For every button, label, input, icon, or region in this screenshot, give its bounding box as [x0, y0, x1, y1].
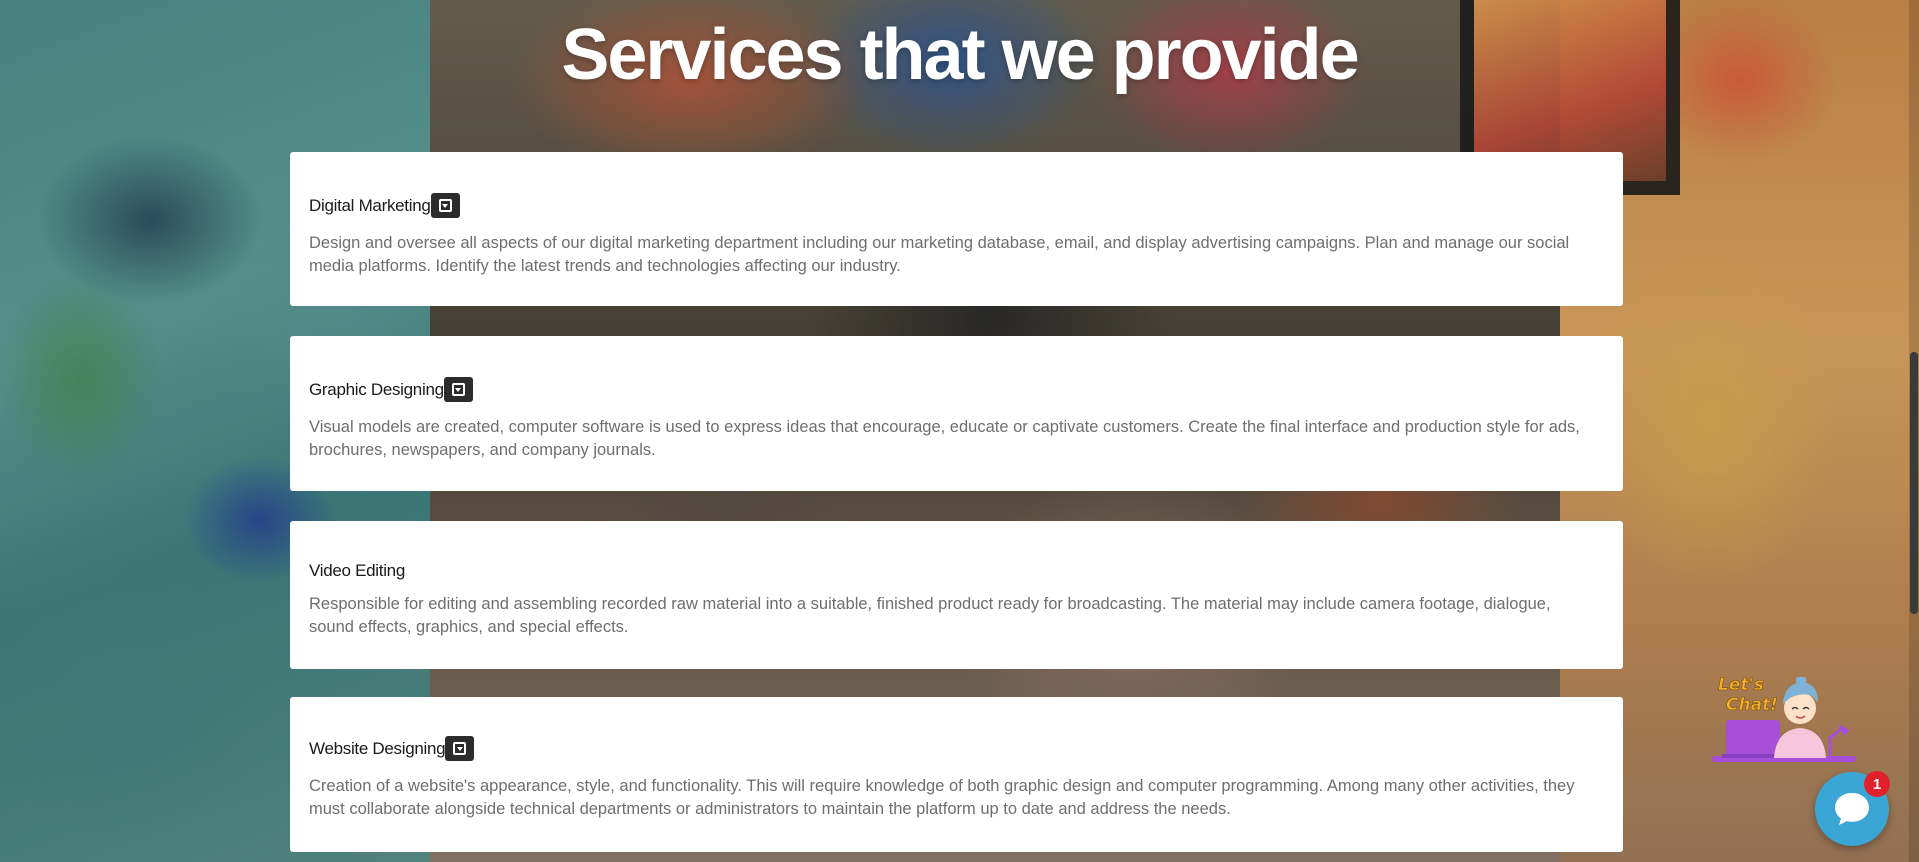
- lets-chat-illustration: Let's Chat!: [1712, 675, 1856, 762]
- service-card-video-editing: Video Editing Responsible for editing an…: [290, 521, 1623, 669]
- service-title: Digital Marketing: [309, 195, 431, 215]
- service-title-row: Video Editing: [309, 561, 405, 581]
- page-title: Services that we provide: [561, 15, 1359, 95]
- service-card-graphic-designing: Graphic Designing Visual models are crea…: [290, 336, 1623, 491]
- scrollbar-thumb[interactable]: [1910, 352, 1918, 614]
- service-description: Responsible for editing and assembling r…: [309, 595, 1551, 636]
- lets-chat-text-line2: Chat!: [1726, 695, 1778, 715]
- service-description: Design and oversee all aspects of our di…: [309, 234, 1570, 275]
- service-title: Graphic Designing: [309, 379, 444, 399]
- chevron-down-icon: [438, 199, 452, 212]
- service-title: Website Designing: [309, 738, 446, 758]
- expand-toggle-button[interactable]: [443, 377, 473, 402]
- chevron-down-icon: [453, 742, 467, 755]
- unread-count-badge: 1: [1864, 771, 1890, 797]
- service-title: Video Editing: [309, 561, 405, 580]
- service-title-row: Graphic Designing: [309, 377, 473, 402]
- service-description: Visual models are created, computer soft…: [309, 418, 1580, 459]
- chat-bubble-icon: [1835, 793, 1869, 825]
- chevron-down-icon: [451, 383, 465, 396]
- service-card-website-designing: Website Designing Creation of a website'…: [290, 697, 1623, 852]
- lets-chat-text-line1: Let's: [1718, 675, 1764, 695]
- lets-chat-promo[interactable]: Let's Chat!: [1712, 668, 1856, 768]
- service-title-row: Digital Marketing: [309, 193, 460, 218]
- service-card-digital-marketing: Digital Marketing Design and oversee all…: [290, 152, 1623, 306]
- expand-toggle-button[interactable]: [430, 193, 460, 218]
- service-description: Creation of a website's appearance, styl…: [309, 777, 1575, 818]
- expand-toggle-button[interactable]: [445, 736, 475, 761]
- service-title-row: Website Designing: [309, 736, 475, 761]
- page-scrollbar[interactable]: [1909, 0, 1919, 862]
